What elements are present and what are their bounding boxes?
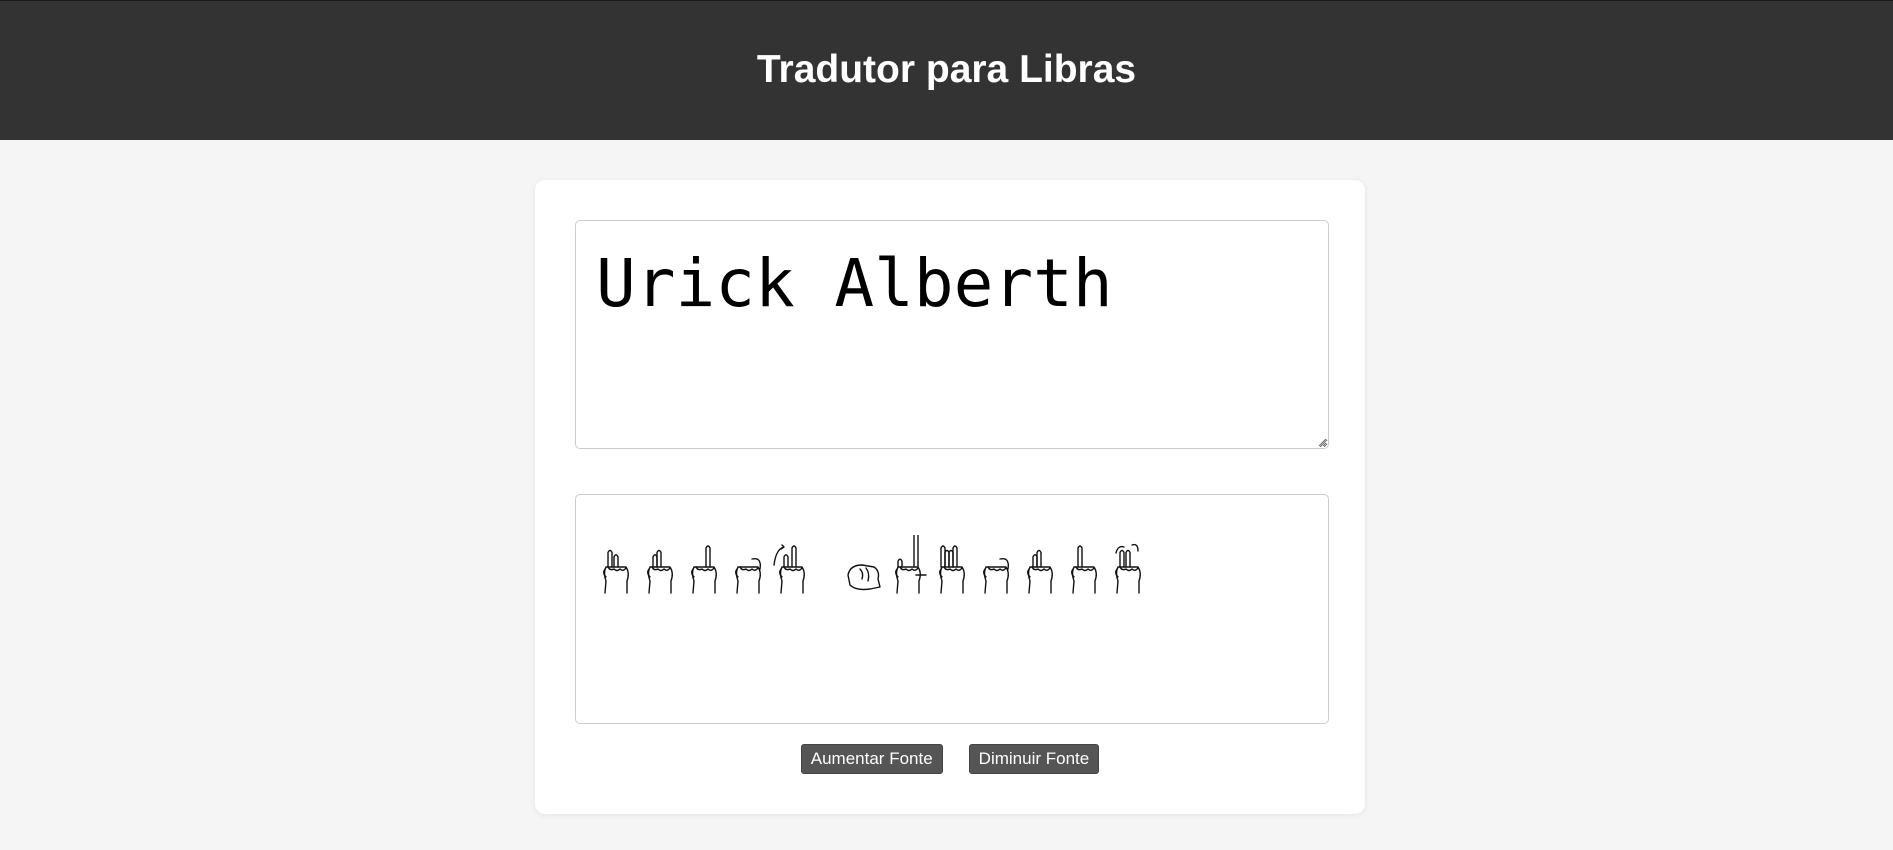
- libras-hand-r-icon: [1027, 549, 1053, 594]
- libras-hand-t-icon: [1071, 545, 1097, 594]
- page-header: Tradutor para Libras: [0, 0, 1893, 140]
- libras-sign-row: [596, 533, 1152, 595]
- libras-hand-k-icon: [773, 544, 805, 594]
- increase-font-button[interactable]: Aumentar Fonte: [800, 744, 943, 774]
- libras-hand-i-icon: [691, 545, 717, 594]
- decrease-font-button[interactable]: Diminuir Fonte: [968, 744, 1100, 774]
- sign-space: [816, 535, 844, 595]
- libras-hand-a-icon: [847, 564, 881, 591]
- libras-hand-b-icon: [939, 545, 965, 594]
- font-controls: Aumentar Fonte Diminuir Fonte: [535, 744, 1365, 774]
- libras-hand-h-icon: [1115, 543, 1141, 594]
- libras-hand-u-icon: [603, 549, 629, 594]
- libras-output: [575, 494, 1329, 724]
- translator-card: Aumentar Fonte Diminuir Fonte: [535, 180, 1365, 814]
- text-input[interactable]: [575, 220, 1329, 449]
- resize-grip-icon[interactable]: [1317, 437, 1327, 447]
- libras-hand-r-icon: [647, 549, 673, 594]
- page-title: Tradutor para Libras: [756, 48, 1137, 91]
- libras-hand-l-icon: [895, 535, 927, 594]
- libras-hand-e-icon: [983, 558, 1010, 594]
- libras-hand-c-icon: [735, 558, 762, 594]
